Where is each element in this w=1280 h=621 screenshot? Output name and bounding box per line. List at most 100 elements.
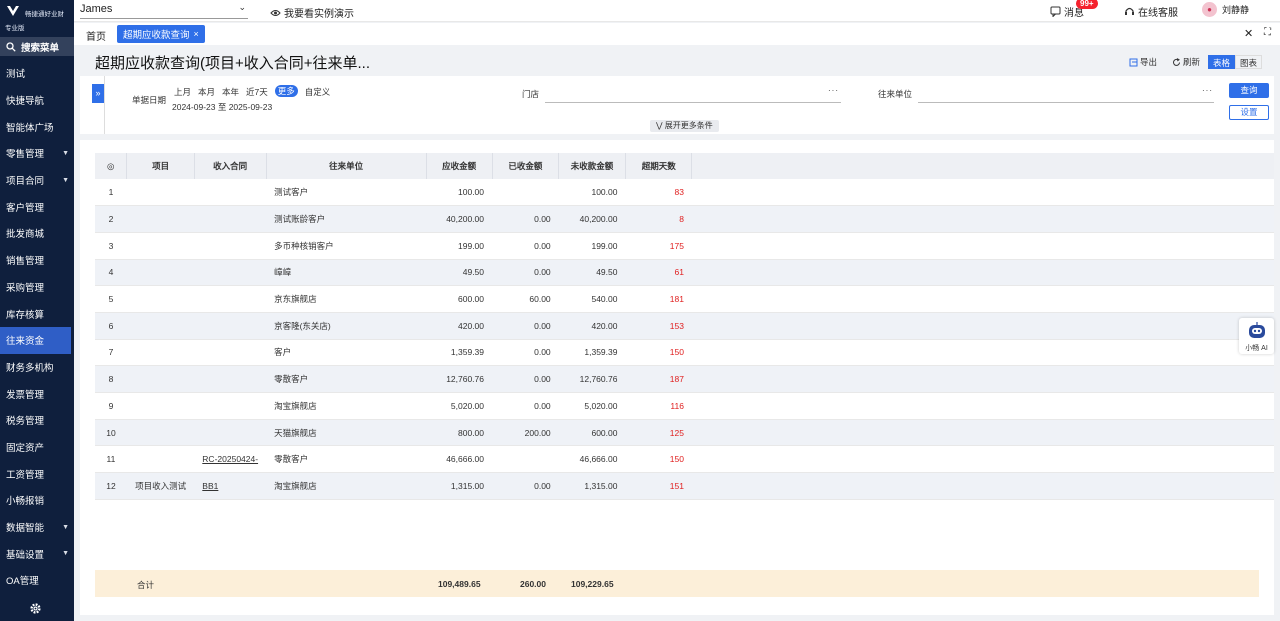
date-range-value[interactable]: 2024-09-23 至 2025-09-23 bbox=[172, 101, 272, 113]
table-row[interactable]: 8 零散客户 12,760.76 0.00 12,760.76 187 bbox=[95, 365, 1274, 393]
sidebar-item[interactable]: 库存核算 bbox=[0, 300, 74, 327]
table-row[interactable]: 1 测试客户 100.00 100.00 83 bbox=[95, 179, 1274, 207]
partner-more-icon[interactable]: ··· bbox=[1202, 86, 1213, 95]
receivable-cell: 100.00 bbox=[426, 179, 493, 207]
date-quick-option[interactable]: 本年 bbox=[222, 86, 239, 98]
close-icon[interactable]: × bbox=[194, 29, 199, 39]
partner-input[interactable] bbox=[918, 102, 1214, 103]
table-row[interactable]: 12 项目收入测试 BB1 淘宝旗舰店 1,315.00 0.00 1,315.00 151 bbox=[95, 472, 1274, 500]
column-header[interactable]: 收入合同 bbox=[194, 153, 267, 179]
sidebar-item[interactable]: 税务管理 bbox=[0, 407, 74, 434]
sidebar-item[interactable]: 数据智能 ▼ bbox=[0, 514, 74, 541]
settings-button[interactable]: 设置 bbox=[1229, 105, 1269, 120]
column-header[interactable]: 往来单位 bbox=[266, 153, 427, 179]
sidebar-item[interactable]: 零售管理 ▼ bbox=[0, 140, 74, 167]
tab-home[interactable]: 首页 bbox=[86, 28, 106, 43]
table-row[interactable]: 9 淘宝旗舰店 5,020.00 0.00 5,020.00 116 bbox=[95, 392, 1274, 420]
overdue-days-cell: 116 bbox=[625, 392, 692, 420]
table-row[interactable]: 5 京东旗舰店 600.00 60.00 540.00 181 bbox=[95, 285, 1274, 313]
sidebar-item[interactable]: 快捷导航 bbox=[0, 87, 74, 114]
contract-link[interactable]: BB1 bbox=[194, 472, 267, 500]
table-row[interactable]: 10 天猫旗舰店 800.00 200.00 600.00 125 bbox=[95, 419, 1274, 447]
date-quick-option[interactable]: 自定义 bbox=[305, 86, 331, 98]
row-filler bbox=[691, 392, 1274, 420]
row-number: 10 bbox=[95, 419, 127, 447]
overdue-days-cell: 150 bbox=[625, 445, 692, 474]
column-header[interactable]: 应收金额 bbox=[426, 153, 493, 179]
received-cell: 0.00 bbox=[492, 392, 559, 420]
received-cell: 60.00 bbox=[492, 285, 559, 313]
sidebar-item-label: 小畅报销 bbox=[6, 496, 45, 508]
date-quick-option[interactable]: 近7天 bbox=[246, 86, 268, 98]
tab-bar: 首页 超期应收款查询 × ✕ ⛶ bbox=[74, 23, 1280, 45]
refresh-label: 刷新 bbox=[1183, 57, 1201, 67]
sidebar-item-label: 发票管理 bbox=[6, 389, 45, 401]
caret-down-icon: ▼ bbox=[62, 550, 69, 558]
sidebar-item-label: 客户管理 bbox=[6, 202, 45, 214]
store-input[interactable] bbox=[545, 102, 841, 103]
sidebar-item[interactable]: 固定资产 bbox=[0, 434, 74, 461]
table-row[interactable]: 3 多币种核销客户 199.00 0.00 199.00 175 bbox=[95, 232, 1274, 260]
receivable-cell: 1,315.00 bbox=[426, 472, 493, 500]
close-window-icon[interactable]: ✕ bbox=[1244, 27, 1253, 40]
sidebar-item[interactable]: 客户管理 bbox=[0, 193, 74, 220]
sidebar-item[interactable]: 批发商城 bbox=[0, 220, 74, 247]
sidebar-item[interactable]: 小畅报销 bbox=[0, 487, 74, 514]
query-button[interactable]: 查询 bbox=[1229, 83, 1269, 98]
column-header[interactable]: 已收金额 bbox=[492, 153, 560, 179]
tab-overdue-receivables[interactable]: 超期应收款查询 × bbox=[117, 25, 205, 43]
header-filler bbox=[691, 153, 1274, 179]
sidebar-item[interactable]: 测试 bbox=[0, 60, 74, 87]
export-button[interactable]: 导出 bbox=[1129, 56, 1157, 68]
online-service-button[interactable]: 在线客服 bbox=[1124, 4, 1178, 19]
sidebar-item[interactable]: 销售管理 bbox=[0, 247, 74, 274]
unreceived-cell: 199.00 bbox=[558, 232, 626, 260]
table-row[interactable]: 11 RC-20250424- 零散客户 46,666.00 46,666.00 150 bbox=[95, 445, 1274, 474]
partner-cell: 零散客户 bbox=[266, 445, 427, 474]
sidebar-item[interactable]: 发票管理 bbox=[0, 380, 74, 407]
column-header[interactable]: 超期天数 bbox=[625, 153, 693, 179]
fullscreen-icon[interactable]: ⛶ bbox=[1264, 27, 1271, 38]
sidebar-item[interactable]: 财务多机构 bbox=[0, 354, 74, 381]
column-settings-icon[interactable]: ◎ bbox=[95, 153, 128, 179]
date-label: 单据日期 bbox=[132, 95, 167, 105]
sidebar-item[interactable]: 项目合同 ▼ bbox=[0, 167, 74, 194]
date-quick-option[interactable]: 本月 bbox=[198, 86, 215, 98]
unreceived-cell: 40,200.00 bbox=[558, 205, 626, 233]
column-header[interactable]: 未收款金额 bbox=[558, 153, 626, 179]
search-menu-button[interactable]: 搜索菜单 bbox=[0, 37, 74, 56]
column-header[interactable]: 项目 bbox=[126, 153, 195, 179]
demo-link[interactable]: 我要看实例演示 bbox=[270, 5, 354, 20]
tenant-select[interactable]: James ⌄ bbox=[80, 2, 248, 19]
store-more-icon[interactable]: ··· bbox=[828, 86, 839, 95]
sidebar-item[interactable]: 智能体广场 bbox=[0, 113, 74, 140]
sidebar-item[interactable]: 工资管理 bbox=[0, 460, 74, 487]
user-menu[interactable]: ● 刘静静 bbox=[1202, 2, 1249, 17]
more-conditions-button[interactable]: ⋁ 展开更多条件 bbox=[650, 120, 719, 132]
ai-assistant-button[interactable]: 小畅 AI bbox=[1239, 318, 1274, 354]
sidebar-item[interactable]: 基础设置 ▼ bbox=[0, 540, 74, 567]
table-row[interactable]: 2 测试账龄客户 40,200.00 0.00 40,200.00 8 bbox=[95, 205, 1274, 233]
sidebar-item[interactable]: OA管理 bbox=[0, 567, 74, 594]
date-quick-option[interactable]: 上月 bbox=[174, 86, 191, 98]
refresh-button[interactable]: 刷新 bbox=[1172, 56, 1200, 68]
receivable-cell: 5,020.00 bbox=[426, 392, 493, 420]
date-quick-option[interactable]: 更多 bbox=[274, 85, 298, 97]
gear-icon[interactable] bbox=[29, 602, 42, 615]
table-row[interactable]: 7 客户 1,359.39 0.00 1,359.39 150 bbox=[95, 339, 1274, 367]
overdue-days-cell: 187 bbox=[625, 365, 692, 393]
sidebar-item[interactable]: 采购管理 bbox=[0, 274, 74, 301]
view-chart-button[interactable]: 图表 bbox=[1235, 55, 1263, 69]
project-cell bbox=[126, 259, 195, 287]
table-row[interactable]: 6 京客隆(东关店) 420.00 0.00 420.00 153 bbox=[95, 312, 1274, 340]
view-table-button[interactable]: 表格 bbox=[1208, 55, 1236, 69]
online-service-label: 在线客服 bbox=[1138, 8, 1178, 19]
receivable-cell: 800.00 bbox=[426, 419, 493, 447]
contract-link[interactable]: RC-20250424- bbox=[194, 445, 267, 474]
table-row[interactable]: 4 嶂嶂 49.50 0.00 49.50 61 bbox=[95, 259, 1274, 287]
partner-cell: 测试账龄客户 bbox=[266, 205, 427, 233]
expand-panel-button[interactable]: » bbox=[92, 84, 104, 103]
sidebar-item-label: 采购管理 bbox=[6, 282, 45, 294]
avatar: ● bbox=[1202, 2, 1217, 17]
sidebar-item[interactable]: 往来资金 bbox=[0, 326, 71, 354]
